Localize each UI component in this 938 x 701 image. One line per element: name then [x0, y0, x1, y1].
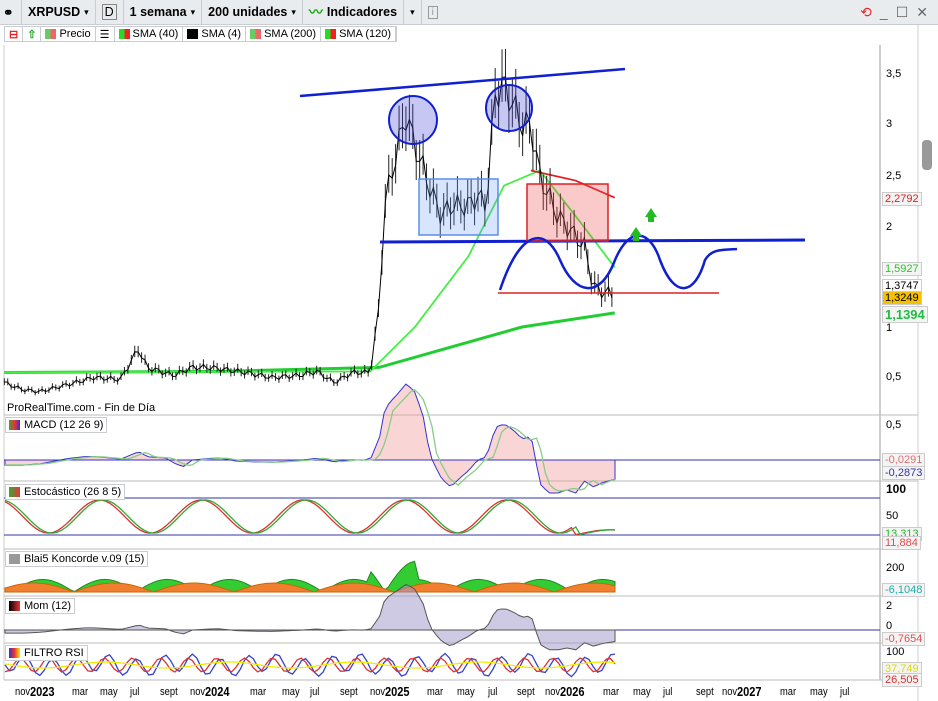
resistance-trendline [299, 67, 626, 98]
chart-canvas[interactable] [0, 0, 938, 701]
mom-tick: 2 [886, 600, 893, 612]
projection-curve [498, 234, 738, 291]
panel-title: MACD (12 26 9) [24, 419, 104, 431]
time-tick: mar [780, 686, 797, 698]
annotations [299, 67, 806, 294]
mom-tick: 0 [886, 620, 893, 632]
swatch-icon [9, 487, 20, 497]
swatch-icon [9, 420, 20, 430]
data-source-label: ProRealTime.com - Fin de Día [7, 402, 156, 414]
macd-tag: -0,0291 [882, 453, 926, 467]
time-tick: 2027 [737, 684, 762, 699]
stoch-tick: 50 [886, 510, 899, 522]
swatch-icon [9, 648, 20, 658]
mom-tag: -0,7654 [882, 632, 926, 646]
time-tick: sept [160, 686, 178, 698]
time-tick: 2025 [385, 684, 410, 699]
swatch-icon [9, 601, 20, 611]
consolidation-box [418, 178, 499, 236]
time-tick: jul [130, 686, 140, 698]
price-tick: 0,5 [886, 371, 902, 383]
sma120-tag: 2,2792 [882, 192, 922, 206]
macd-signal-line [4, 383, 616, 494]
arrow-up-icon [630, 227, 642, 241]
time-tick: nov [370, 686, 386, 698]
time-tick: mar [427, 686, 444, 698]
time-tick: may [810, 686, 828, 698]
time-tick: jul [663, 686, 673, 698]
panel-title: FILTRO RSI [24, 647, 84, 659]
macd-tick: 0,5 [886, 419, 902, 431]
panel-title: Mom (12) [24, 600, 72, 612]
rsi-tick: 100 [886, 646, 905, 658]
time-tick: nov [15, 686, 31, 698]
panel-mom-label[interactable]: Mom (12) [5, 598, 76, 614]
distribution-box [526, 183, 609, 242]
time-tick: sept [696, 686, 714, 698]
koncorde-tick: 200 [886, 562, 905, 574]
stoch-d-line [4, 499, 616, 536]
panel-rsi-label[interactable]: FILTRO RSI [5, 645, 88, 661]
signal-tag: -0,2873 [882, 466, 926, 480]
price-tick: 3 [886, 118, 893, 130]
swatch-icon [9, 554, 20, 564]
momentum-area [4, 583, 616, 651]
price-tick: 1 [886, 322, 893, 334]
time-tick: may [100, 686, 118, 698]
time-tick: jul [840, 686, 850, 698]
panel-title: Blai5 Koncorde v.09 (15) [24, 553, 145, 565]
time-tick: 2024 [205, 684, 230, 699]
panel-koncorde-label[interactable]: Blai5 Koncorde v.09 (15) [5, 551, 149, 567]
scrollbar-thumb[interactable] [922, 140, 932, 170]
price-tick: 3,5 [886, 68, 902, 80]
time-tick: nov [545, 686, 561, 698]
stoch-tick: 100 [886, 482, 907, 496]
panel-macd-label[interactable]: MACD (12 26 9) [5, 417, 108, 433]
time-tick: mar [72, 686, 89, 698]
rsi-blue [4, 652, 616, 678]
time-tick: 2023 [30, 684, 55, 699]
time-tick: sept [340, 686, 358, 698]
time-tick: jul [488, 686, 498, 698]
sma200-line [4, 311, 615, 374]
time-tick: nov [722, 686, 738, 698]
time-tick: nov [190, 686, 206, 698]
price-tick: 2,5 [886, 170, 902, 182]
head-circle-right [485, 84, 533, 132]
last-price-tag: 1,3249 [882, 291, 922, 305]
sma40-line [4, 169, 616, 374]
time-tick: mar [250, 686, 267, 698]
time-tick: may [282, 686, 300, 698]
arrow-up-icon [645, 208, 657, 222]
time-tick: mar [603, 686, 620, 698]
koncorde-tag: -6,1048 [882, 583, 926, 597]
sma200-tag: 1,1394 [882, 306, 928, 323]
head-circle-left [388, 95, 438, 145]
time-tick: jul [310, 686, 320, 698]
time-tick: may [457, 686, 475, 698]
time-tick: may [633, 686, 651, 698]
time-tick: sept [517, 686, 535, 698]
sma40-tag: 1,5927 [882, 262, 922, 276]
panel-title: Estocástico (26 8 5) [24, 486, 122, 498]
rsi-tag: 26,505 [882, 673, 922, 687]
panel-stoch-label[interactable]: Estocástico (26 8 5) [5, 484, 126, 500]
time-tick: 2026 [560, 684, 585, 699]
price-tick: 2 [886, 221, 893, 233]
stoch-tag: 11,884 [882, 536, 921, 550]
